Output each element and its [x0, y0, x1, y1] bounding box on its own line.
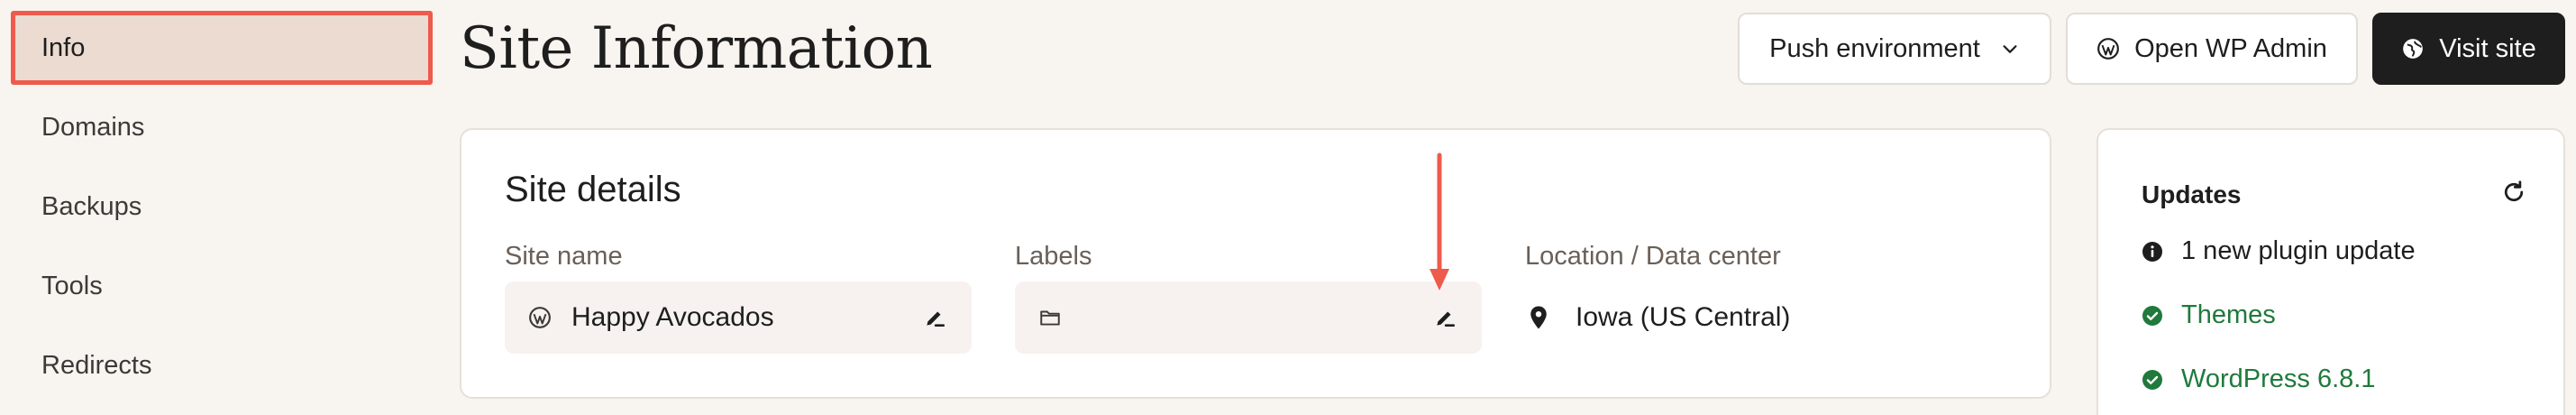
labels-field: [1015, 281, 1482, 354]
update-item-label: 1 new plugin update: [2181, 236, 2416, 265]
visit-site-button[interactable]: Visit site: [2372, 13, 2565, 85]
push-environment-label: Push environment: [1769, 33, 1980, 63]
check-circle-icon: [2142, 305, 2163, 327]
wordpress-icon: [528, 306, 552, 329]
wordpress-icon: [2096, 37, 2120, 60]
update-item-label: WordPress 6.8.1: [2181, 364, 2376, 393]
folder-icon: [1038, 306, 1062, 329]
sidebar-item-label: Info: [41, 32, 86, 62]
labels-label: Labels: [1015, 242, 1092, 271]
map-pin-icon: [1525, 304, 1552, 331]
sidebar-item-domains[interactable]: Domains: [11, 90, 433, 164]
site-name-label: Site name: [505, 242, 623, 271]
update-item-themes[interactable]: Themes: [2142, 300, 2276, 330]
sidebar-nav: Info Domains Backups Tools Redirects: [11, 11, 433, 408]
chevron-down-icon: [2000, 39, 2020, 59]
sidebar-item-backups[interactable]: Backups: [11, 170, 433, 244]
sidebar-item-label: Redirects: [41, 350, 152, 380]
update-item-wordpress[interactable]: WordPress 6.8.1: [2142, 364, 2375, 394]
location-label: Location / Data center: [1525, 242, 1781, 271]
location-value: Iowa (US Central): [1576, 302, 1791, 332]
annotation-arrow: [1430, 152, 1449, 290]
sidebar-item-redirects[interactable]: Redirects: [11, 328, 433, 402]
pencil-icon[interactable]: [1433, 306, 1457, 329]
info-icon: [2142, 241, 2163, 263]
site-details-card: Site details Site name Happy Avocados La…: [460, 128, 2051, 399]
update-item-label: Themes: [2181, 300, 2276, 329]
open-wp-admin-button[interactable]: Open WP Admin: [2066, 13, 2358, 85]
location-field: Iowa (US Central): [1525, 281, 1790, 354]
updates-card: Updates 1 new plugin update Themes WordP…: [2096, 128, 2565, 415]
sidebar-item-tools[interactable]: Tools: [11, 249, 433, 323]
site-name-value: Happy Avocados: [571, 302, 774, 332]
push-environment-button[interactable]: Push environment: [1738, 13, 2051, 85]
open-wp-admin-label: Open WP Admin: [2134, 33, 2327, 63]
visit-site-label: Visit site: [2439, 33, 2536, 63]
check-circle-icon: [2142, 369, 2163, 391]
page-title: Site Information: [460, 15, 933, 82]
sidebar-item-info[interactable]: Info: [11, 11, 433, 85]
refresh-icon[interactable]: [2500, 179, 2527, 206]
site-name-field: Happy Avocados: [505, 281, 972, 354]
pencil-icon[interactable]: [923, 306, 946, 329]
sidebar-item-label: Tools: [41, 271, 103, 300]
sidebar-item-label: Domains: [41, 112, 145, 142]
globe-icon: [2401, 37, 2425, 60]
site-details-title: Site details: [505, 170, 681, 209]
updates-title: Updates: [2142, 180, 2242, 208]
sidebar-item-label: Backups: [41, 191, 142, 221]
update-item-plugins[interactable]: 1 new plugin update: [2142, 236, 2416, 266]
